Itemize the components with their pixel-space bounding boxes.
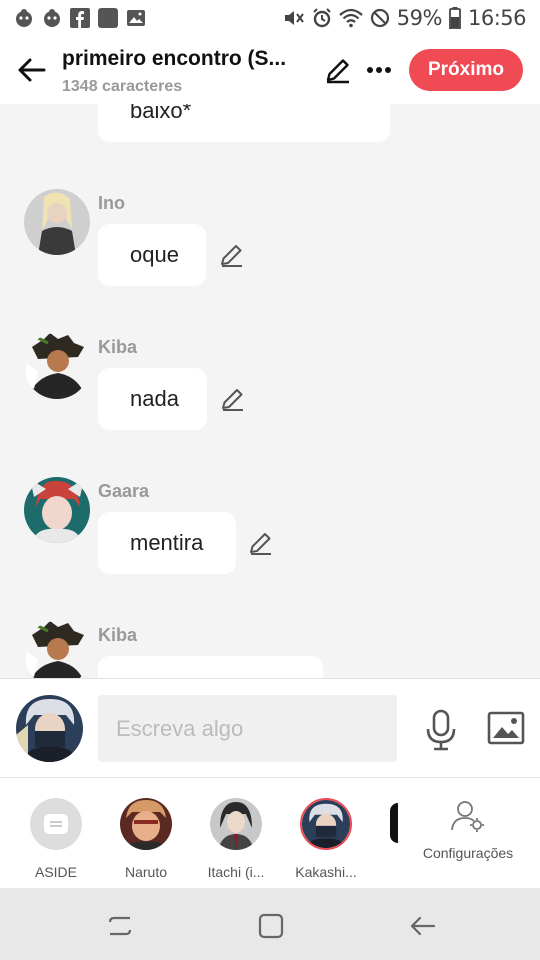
character-itachi[interactable]: Itachi (i...: [196, 798, 276, 880]
wifi-icon: [339, 8, 363, 28]
edit-pencil-icon[interactable]: [248, 530, 274, 556]
do-not-disturb-icon: [370, 8, 389, 28]
avatar: [210, 798, 262, 850]
more-options-icon[interactable]: [366, 58, 392, 82]
avatar[interactable]: [24, 477, 90, 543]
microphone-icon[interactable]: [424, 709, 458, 751]
settings-button[interactable]: Configurações: [418, 800, 518, 861]
message-bubble[interactable]: mentira: [98, 512, 236, 574]
next-button[interactable]: Próximo: [409, 49, 523, 91]
system-navigation-bar: [0, 888, 540, 960]
message-text: oque: [130, 242, 179, 267]
gaara-avatar-image: [24, 477, 90, 543]
message-text: mentira: [130, 530, 204, 555]
avatar[interactable]: [24, 621, 90, 678]
edit-pencil-icon[interactable]: [324, 56, 352, 84]
aside-icon: [30, 798, 82, 850]
battery-percent: 59%: [396, 6, 443, 30]
system-icons: 59% 16:56: [283, 6, 527, 30]
battery-icon: [449, 7, 461, 29]
mute-icon: [284, 11, 304, 25]
speaker-name: Kiba: [98, 337, 138, 357]
app-bar: primeiro encontro (S... 1348 caracteres …: [0, 36, 540, 104]
message-bubble[interactable]: [98, 656, 323, 678]
notification-face-icon: [16, 9, 32, 27]
avatar: [120, 798, 172, 850]
message-text: nada: [130, 386, 179, 411]
avatar[interactable]: [24, 189, 90, 255]
message-bubble[interactable]: baixo*: [98, 104, 390, 142]
character-label: ASIDE: [34, 864, 77, 880]
home-icon[interactable]: [257, 912, 285, 940]
ino-avatar-image: [24, 189, 90, 255]
speaker-name: Ino: [98, 193, 125, 213]
message-input[interactable]: [98, 695, 397, 762]
message-bubble[interactable]: oque: [98, 224, 206, 286]
edit-pencil-icon[interactable]: [219, 242, 245, 268]
chat-thread: baixo* Ino oque Kiba nada Gaara mentira …: [0, 104, 540, 678]
character-selector: ASIDE Naruto Itachi (i... Kakashi... Con…: [0, 778, 540, 888]
kiba-avatar-image: [24, 621, 90, 678]
current-character-avatar[interactable]: [16, 695, 83, 762]
status-bar: 59% 16:56: [0, 0, 540, 36]
settings-label: Configurações: [422, 845, 514, 861]
story-title: primeiro encontro (S...: [62, 47, 287, 70]
character-label: Kakashi...: [295, 864, 357, 880]
clock: 16:56: [467, 6, 527, 30]
character-aside[interactable]: ASIDE: [16, 798, 96, 880]
facebook-icon: [70, 8, 90, 28]
composer-bar: [0, 678, 540, 778]
speaker-name: Kiba: [98, 625, 138, 645]
notification-face-icon: [44, 9, 60, 27]
character-kakashi[interactable]: Kakashi...: [286, 798, 366, 880]
speaker-name: Gaara: [98, 481, 150, 501]
character-label: Naruto: [124, 864, 168, 880]
character-count: 1348 caracteres: [62, 78, 183, 95]
alarm-icon: [313, 8, 331, 28]
back-arrow-icon[interactable]: [16, 54, 48, 86]
more-characters-indicator[interactable]: [390, 803, 398, 843]
character-naruto[interactable]: Naruto: [106, 798, 186, 880]
avatar[interactable]: [24, 333, 90, 399]
message-text: baixo*: [130, 104, 192, 123]
recent-apps-icon[interactable]: [106, 912, 134, 940]
gallery-icon: [127, 10, 145, 26]
image-upload-icon[interactable]: [487, 711, 525, 745]
avatar: [300, 798, 352, 850]
kakashi-avatar-image: [16, 695, 83, 762]
edit-pencil-icon[interactable]: [220, 386, 246, 412]
character-settings-icon: [451, 801, 484, 832]
app-icon: [98, 8, 118, 28]
notification-icons: [14, 8, 146, 28]
character-label: Itachi (i...: [207, 864, 265, 880]
back-icon[interactable]: [408, 912, 436, 940]
kiba-avatar-image: [24, 333, 90, 399]
message-bubble[interactable]: nada: [98, 368, 207, 430]
